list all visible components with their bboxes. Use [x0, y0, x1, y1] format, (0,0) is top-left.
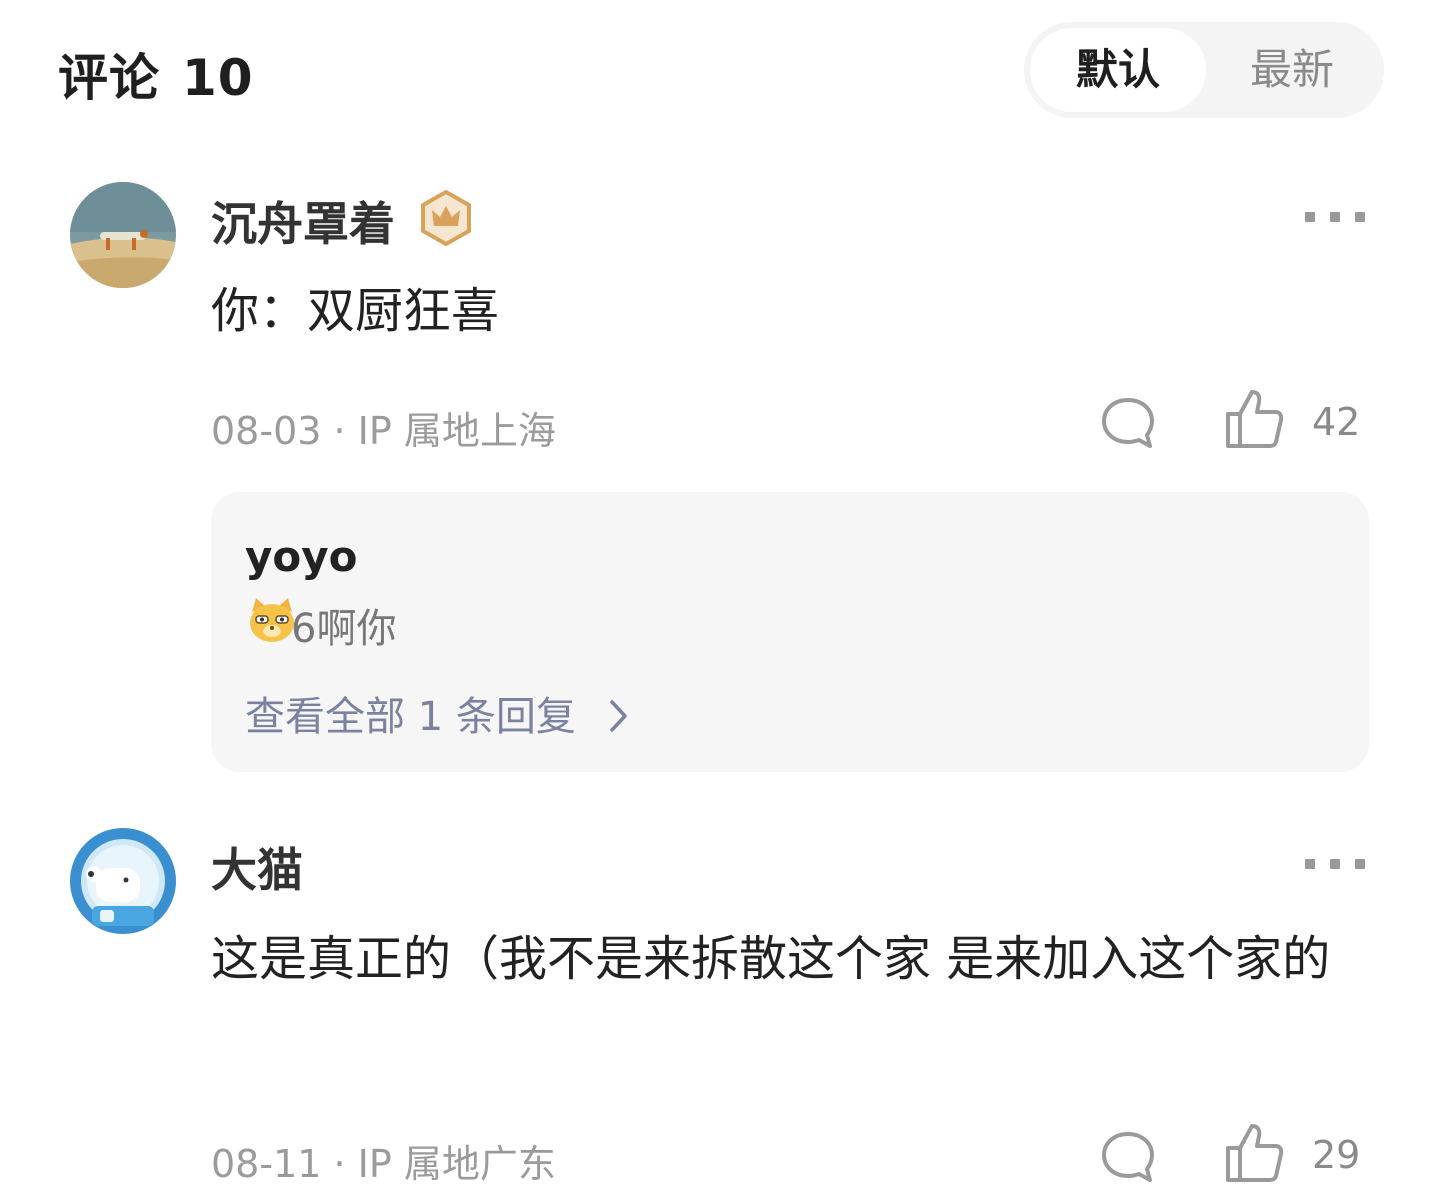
view-all-replies-link[interactable]: 查看全部 1 条回复	[245, 684, 629, 742]
thumbs-up-icon[interactable]	[1224, 388, 1284, 450]
comment-meta: 08-03 · IP 属地上海	[211, 409, 556, 453]
comment-date: 08-03	[211, 409, 322, 453]
crown-badge-icon	[420, 189, 472, 247]
comment-icon[interactable]	[1100, 396, 1156, 450]
comments-count: 10	[182, 49, 254, 107]
comment-username[interactable]: 大猫	[211, 834, 303, 900]
reply-username[interactable]: yoyo	[245, 532, 357, 581]
avatar[interactable]	[70, 182, 176, 288]
comment-content: 你：双厨狂喜	[211, 283, 500, 339]
comment-location: IP 属地广东	[357, 1142, 556, 1186]
sort-toggle: 默认 最新	[1024, 22, 1384, 118]
more-icon[interactable]	[1305, 859, 1365, 869]
comment-date: 08-11	[211, 1142, 322, 1186]
comment-content: 这是真正的（我不是来拆散这个家 是来加入这个家的	[211, 931, 1331, 987]
more-icon[interactable]	[1305, 212, 1365, 222]
comments-title: 评论 10	[58, 38, 254, 110]
like-count: 42	[1312, 400, 1361, 444]
sort-default-tab[interactable]: 默认	[1030, 28, 1206, 112]
reply-text: 6啊你	[291, 606, 397, 652]
thumbs-up-icon[interactable]	[1224, 1122, 1284, 1184]
chevron-right-icon	[609, 700, 627, 732]
comments-title-label: 评论	[58, 49, 160, 107]
comment-username[interactable]: 沉舟罩着	[211, 188, 395, 254]
cat-emoji-icon	[247, 596, 297, 644]
comment-location: IP 属地上海	[357, 409, 556, 453]
comment-meta: 08-11 · IP 属地广东	[211, 1142, 556, 1186]
sort-latest-tab[interactable]: 最新	[1206, 28, 1378, 112]
comment-icon[interactable]	[1100, 1130, 1156, 1184]
view-all-replies-label: 查看全部 1 条回复	[245, 694, 576, 740]
reply-preview[interactable]: yoyo 6啊你 查看全部 1 条回复	[211, 492, 1369, 772]
avatar[interactable]	[70, 828, 176, 934]
like-count: 29	[1312, 1133, 1361, 1177]
